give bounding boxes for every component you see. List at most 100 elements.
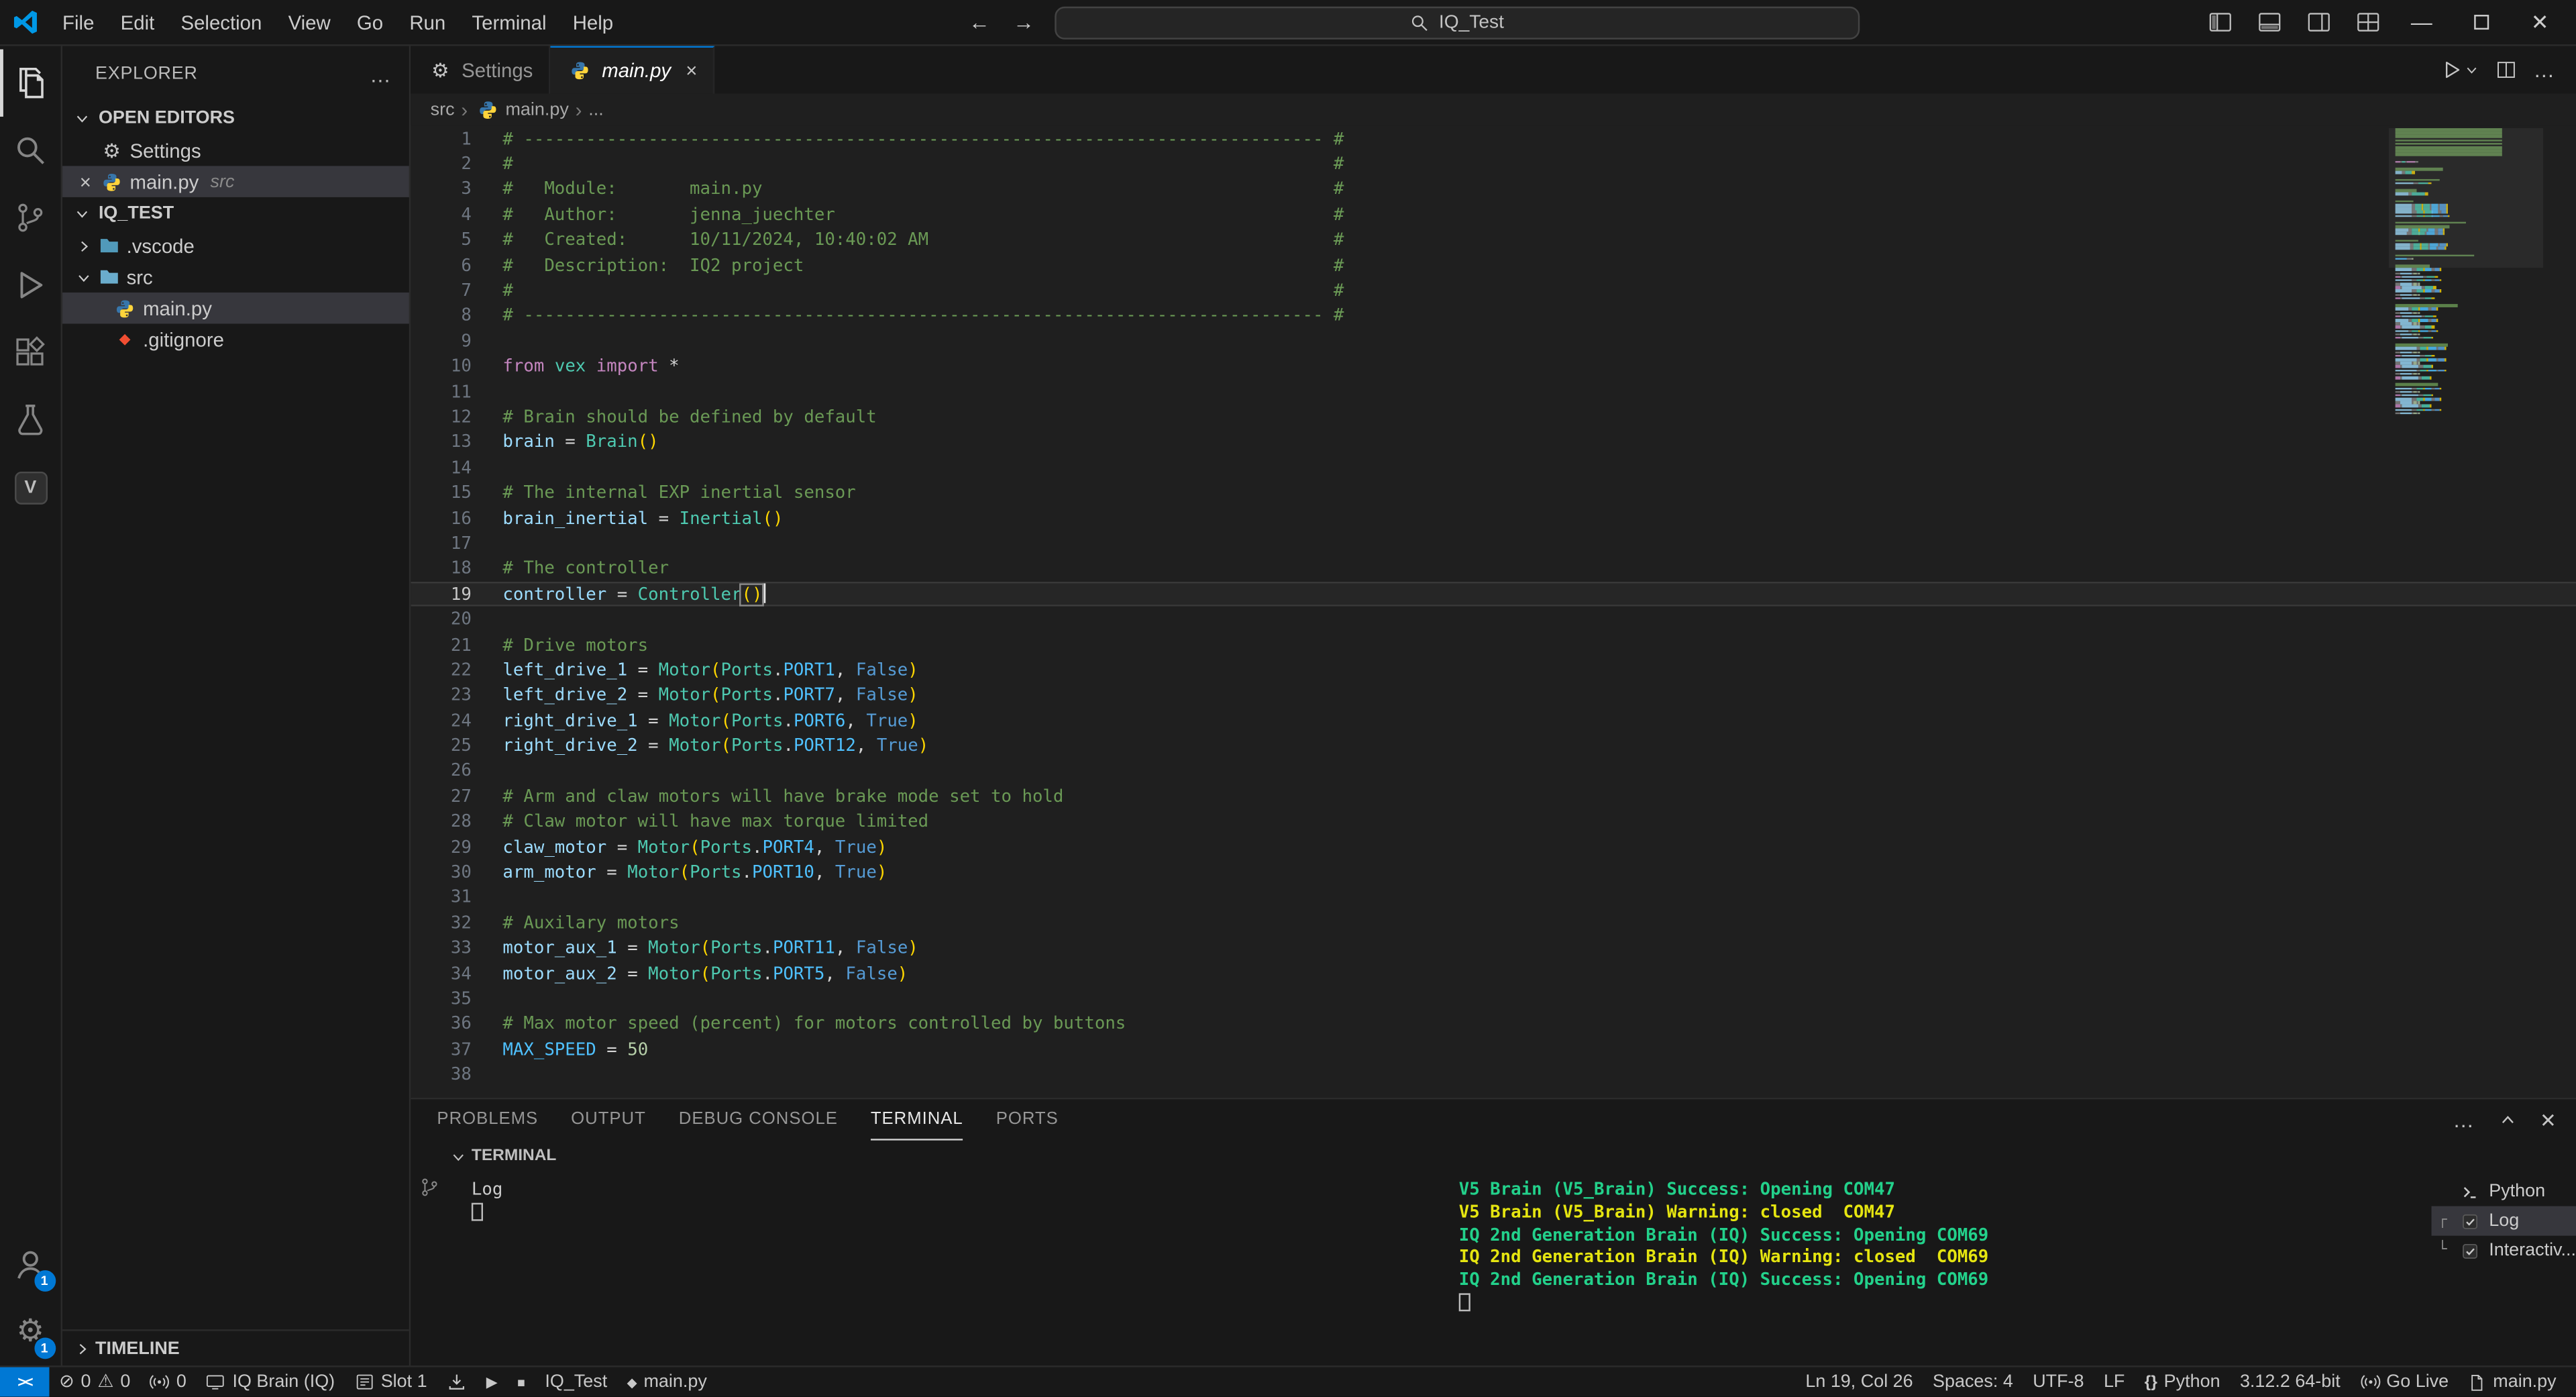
code-line[interactable]: 18# The controller <box>411 556 2576 582</box>
panel-more-actions[interactable]: … <box>2453 1108 2475 1133</box>
code-line[interactable]: 31 <box>411 885 2576 911</box>
open-editor-item[interactable]: ×main.pysrc <box>62 166 409 197</box>
code-line[interactable]: 19controller = Controller() <box>411 582 2576 607</box>
timeline-section[interactable]: TIMELINE <box>62 1329 409 1365</box>
code-line[interactable]: 9 <box>411 329 2576 354</box>
panel-tab-problems[interactable]: PROBLEMS <box>437 1099 538 1140</box>
menu-view[interactable]: View <box>275 6 343 39</box>
menu-help[interactable]: Help <box>559 6 627 39</box>
code-line[interactable]: 17 <box>411 531 2576 557</box>
code-line[interactable]: 23left_drive_2 = Motor(Ports.PORT7, Fals… <box>411 683 2576 709</box>
panel-close-icon[interactable]: ✕ <box>2540 1108 2557 1131</box>
terminal-tab-interactiv-[interactable]: └Interactiv... <box>2432 1236 2576 1265</box>
code-line[interactable]: 15# The internal EXP inertial sensor <box>411 480 2576 506</box>
eol-status[interactable]: LF <box>2094 1372 2135 1392</box>
code-line[interactable]: 38 <box>411 1062 2576 1088</box>
tree-item-vscode[interactable]: .vscode <box>62 230 409 262</box>
code-line[interactable]: 2# # <box>411 152 2576 177</box>
cursor-position-status[interactable]: Ln 19, Col 26 <box>1796 1372 1923 1392</box>
code-line[interactable]: 16brain_inertial = Inertial() <box>411 506 2576 531</box>
minimize-button[interactable]: — <box>2396 1 2448 44</box>
tab-settings[interactable]: ⚙Settings <box>411 46 551 94</box>
toggle-sidebar-icon[interactable] <box>2198 4 2241 40</box>
panel-tab-debug-console[interactable]: DEBUG CONSOLE <box>679 1099 838 1140</box>
sidebar-more-icon[interactable]: … <box>370 62 392 87</box>
active-file-status[interactable]: ◆ main.py <box>617 1367 717 1397</box>
vex-file-status[interactable]: main.py <box>2459 1372 2566 1392</box>
code-line[interactable]: 34motor_aux_2 = Motor(Ports.PORT5, False… <box>411 961 2576 986</box>
split-editor-button[interactable] <box>2496 59 2517 81</box>
code-line[interactable]: 4# Author: jenna_juechter # <box>411 203 2576 228</box>
terminal-pane-log[interactable]: Log <box>447 1172 1446 1365</box>
tree-item-src[interactable]: src <box>62 261 409 293</box>
run-python-file-button[interactable] <box>2441 59 2479 81</box>
search-view-icon[interactable] <box>0 117 62 184</box>
menu-file[interactable]: File <box>49 6 107 39</box>
device-status[interactable]: IQ Brain (IQ) <box>197 1367 345 1397</box>
menu-run[interactable]: Run <box>396 6 459 39</box>
code-line[interactable]: 1# -------------------------------------… <box>411 127 2576 152</box>
command-center-search[interactable]: IQ_Test <box>1054 6 1859 39</box>
language-status[interactable]: {} Python <box>2135 1372 2230 1392</box>
breadcrumb-item[interactable]: ... <box>588 99 603 119</box>
menu-edit[interactable]: Edit <box>107 6 168 39</box>
explorer-icon[interactable] <box>0 49 62 116</box>
stop-program-button[interactable]: ■ <box>507 1367 535 1397</box>
minimap-viewport-slider[interactable] <box>2389 128 2543 268</box>
panel-tab-ports[interactable]: PORTS <box>996 1099 1059 1140</box>
panel-tab-terminal[interactable]: TERMINAL <box>871 1099 963 1140</box>
accounts-icon[interactable]: 1 <box>0 1231 62 1298</box>
close-icon[interactable]: × <box>686 59 697 82</box>
indentation-status[interactable]: Spaces: 4 <box>1923 1372 2023 1392</box>
maximize-button[interactable] <box>2455 1 2507 44</box>
editor-more-actions[interactable]: … <box>2533 58 2556 83</box>
code-line[interactable]: 30arm_motor = Motor(Ports.PORT10, True) <box>411 860 2576 886</box>
tree-item-main.py[interactable]: main.py <box>62 293 409 324</box>
menu-go[interactable]: Go <box>343 6 396 39</box>
code-line[interactable]: 7# # <box>411 278 2576 304</box>
code-line[interactable]: 21# Drive motors <box>411 632 2576 658</box>
problems-status[interactable]: ⊘0 ⚠0 <box>49 1367 140 1397</box>
breadcrumb-item[interactable]: src <box>431 99 455 119</box>
tab-main-py[interactable]: main.py× <box>551 46 715 94</box>
code-line[interactable]: 12# Brain should be defined by default <box>411 405 2576 430</box>
code-line[interactable]: 29claw_motor = Motor(Ports.PORT4, True) <box>411 835 2576 860</box>
tree-item-gitignore[interactable]: ◆.gitignore <box>62 323 409 355</box>
extensions-icon[interactable] <box>0 319 62 386</box>
back-button[interactable]: ← <box>965 10 994 35</box>
code-line[interactable]: 25right_drive_2 = Motor(Ports.PORT12, Tr… <box>411 733 2576 759</box>
code-editor[interactable]: 1# -------------------------------------… <box>411 125 2576 1098</box>
breadcrumb-item[interactable]: main.py <box>474 99 569 119</box>
terminal-pane-messages[interactable]: V5 Brain (V5_Brain) Success: Opening COM… <box>1446 1172 2431 1365</box>
code-line[interactable]: 8# -------------------------------------… <box>411 303 2576 329</box>
code-line[interactable]: 36# Max motor speed (percent) for motors… <box>411 1012 2576 1037</box>
run-program-button[interactable]: ▶ <box>476 1367 507 1397</box>
terminal-tab-log[interactable]: ┌Log <box>2432 1206 2576 1236</box>
workspace-header[interactable]: IQ_TEST <box>62 197 409 230</box>
testing-icon[interactable] <box>0 386 62 454</box>
go-live-button[interactable]: Go Live <box>2350 1372 2458 1392</box>
ports-status[interactable]: 0 <box>140 1367 197 1397</box>
code-line[interactable]: 28# Claw motor will have max torque limi… <box>411 809 2576 835</box>
remote-indicator[interactable]: >< <box>0 1367 49 1397</box>
code-line[interactable]: 5# Created: 10/11/2024, 10:40:02 AM # <box>411 227 2576 253</box>
code-line[interactable]: 22left_drive_1 = Motor(Ports.PORT1, Fals… <box>411 658 2576 683</box>
forward-button[interactable]: → <box>1010 10 1038 35</box>
close-icon[interactable]: × <box>72 170 99 193</box>
terminal-section-header[interactable]: TERMINAL <box>411 1141 2576 1172</box>
code-line[interactable]: 35 <box>411 986 2576 1012</box>
code-line[interactable]: 37MAX_SPEED = 50 <box>411 1037 2576 1062</box>
vex-extension-icon[interactable]: V <box>0 454 62 521</box>
encoding-status[interactable]: UTF-8 <box>2023 1372 2094 1392</box>
code-line[interactable]: 33motor_aux_1 = Motor(Ports.PORT11, Fals… <box>411 936 2576 962</box>
code-line[interactable]: 24right_drive_1 = Motor(Ports.PORT6, Tru… <box>411 708 2576 733</box>
panel-tab-output[interactable]: OUTPUT <box>571 1099 646 1140</box>
python-version-status[interactable]: 3.12.2 64-bit <box>2230 1372 2350 1392</box>
close-button[interactable]: ✕ <box>2514 1 2566 44</box>
menu-selection[interactable]: Selection <box>168 6 275 39</box>
code-line[interactable]: 10from vex import * <box>411 354 2576 380</box>
project-status[interactable]: IQ_Test <box>535 1367 617 1397</box>
code-line[interactable]: 6# Description: IQ2 project # <box>411 253 2576 278</box>
panel-maximize-icon[interactable] <box>2499 1111 2517 1129</box>
source-control-icon[interactable] <box>0 184 62 251</box>
